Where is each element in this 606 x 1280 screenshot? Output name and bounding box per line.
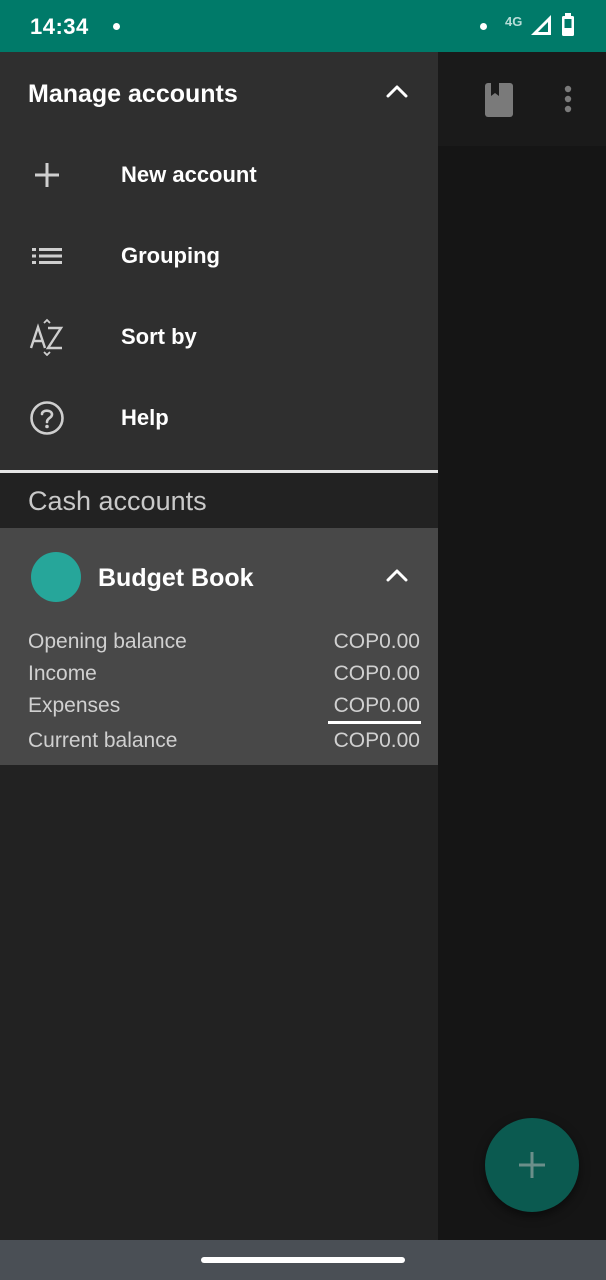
more-vert-icon[interactable] [564, 85, 572, 113]
navigation-drawer: Manage accounts New account Grouping Sor… [0, 52, 438, 1240]
network-type: 4G [505, 14, 523, 29]
menu-item-label: New account [121, 162, 257, 187]
balance-label: Income [28, 662, 97, 685]
status-time: 14:34 [30, 14, 89, 39]
manage-accounts-title[interactable]: Manage accounts [28, 80, 238, 109]
manage-accounts-panel: Manage accounts New account Grouping Sor… [0, 52, 438, 473]
balance-row-expenses: Expenses COP0.00 [28, 694, 420, 724]
signal-icon [531, 15, 551, 35]
sort-az-icon [29, 318, 64, 356]
balance-value: COP0.00 [333, 662, 420, 685]
book-icon[interactable] [485, 83, 513, 117]
battery-icon [562, 13, 574, 36]
chevron-up-icon[interactable] [386, 568, 408, 582]
account-card[interactable]: Budget Book Opening balance COP0.00 Inco… [0, 528, 438, 765]
balance-row-current: Current balance COP0.00 [28, 729, 420, 759]
balance-label: Opening balance [28, 630, 187, 653]
account-color-avatar [31, 552, 81, 602]
system-nav-bar [0, 1240, 606, 1280]
balance-value: COP0.00 [333, 729, 420, 752]
notification-dot-icon [480, 23, 487, 30]
balance-label: Current balance [28, 729, 178, 752]
plus-icon [519, 1152, 545, 1178]
menu-item-label: Sort by [121, 324, 197, 349]
app-toolbar [438, 52, 606, 146]
balance-value: COP0.00 [333, 630, 420, 653]
chevron-up-icon[interactable] [386, 84, 408, 98]
home-gesture-handle[interactable] [201, 1257, 405, 1263]
balance-row-opening: Opening balance COP0.00 [28, 630, 420, 660]
menu-item-sort-by[interactable]: Sort by [0, 296, 438, 377]
notification-dot-icon [113, 23, 120, 30]
list-icon [32, 248, 62, 264]
section-header-cash-accounts: Cash accounts [28, 486, 207, 516]
balance-label: Expenses [28, 694, 121, 717]
menu-item-label: Help [121, 405, 169, 430]
menu-item-new-account[interactable]: New account [0, 134, 438, 215]
menu-item-grouping[interactable]: Grouping [0, 215, 438, 296]
help-circle-icon [30, 401, 64, 435]
menu-item-label: Grouping [121, 243, 220, 268]
balance-row-income: Income COP0.00 [28, 662, 420, 692]
account-name: Budget Book [98, 564, 254, 592]
status-bar: 14:34 4G [0, 0, 606, 52]
plus-icon [35, 163, 59, 187]
balance-value: COP0.00 [333, 694, 420, 717]
add-fab-button[interactable] [485, 1118, 579, 1212]
menu-item-help[interactable]: Help [0, 377, 438, 458]
main-content-area [438, 146, 606, 1240]
sum-divider-line [328, 721, 421, 724]
